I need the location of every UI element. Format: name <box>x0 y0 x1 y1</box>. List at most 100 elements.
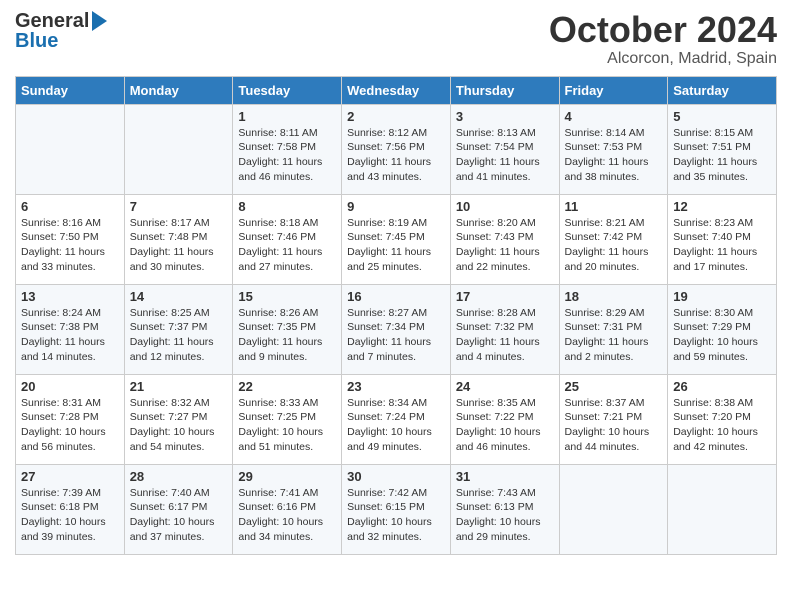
day-number: 8 <box>238 199 336 214</box>
cell-w3-d5: 18Sunrise: 8:29 AM Sunset: 7:31 PM Dayli… <box>559 284 668 374</box>
month-title: October 2024 <box>549 10 777 50</box>
day-number: 20 <box>21 379 119 394</box>
cell-content: Sunrise: 8:11 AM Sunset: 7:58 PM Dayligh… <box>238 126 336 185</box>
day-number: 10 <box>456 199 554 214</box>
day-number: 4 <box>565 109 663 124</box>
cell-w3-d1: 14 Sunrise: 8:25 AM Sunset: 7:37 PM Dayli… <box>124 284 233 374</box>
cell-w1-d1 <box>124 104 233 194</box>
day-number: 3 <box>456 109 554 124</box>
cell-w1-d5: 4 Sunrise: 8:14 AM Sunset: 7:53 PM Daylig… <box>559 104 668 194</box>
cell-content: Sunrise: 8:16 AM Sunset: 7:50 PM Dayligh… <box>21 216 119 275</box>
cell-w2-d2: 8 Sunrise: 8:18 AM Sunset: 7:46 PM Daylig… <box>233 194 342 284</box>
cell-w4-d2: 22Sunrise: 8:33 AM Sunset: 7:25 PM Dayli… <box>233 374 342 464</box>
col-thursday: Thursday <box>450 76 559 104</box>
page-container: General Blue October 2024 Alcorcon, Madr… <box>0 0 792 565</box>
day-number: 15 <box>238 289 336 304</box>
cell-content: Sunrise: 8:24 AM Sunset: 7:38 PM Dayligh… <box>21 306 119 365</box>
cell-w1-d4: 3 Sunrise: 8:13 AM Sunset: 7:54 PM Daylig… <box>450 104 559 194</box>
location: Alcorcon, Madrid, Spain <box>549 50 777 68</box>
col-sunday: Sunday <box>16 76 125 104</box>
cell-w5-d0: 27 Sunrise: 7:39 AM Sunset: 6:18 PM Dayli… <box>16 464 125 554</box>
cell-content: Sunrise: 7:42 AM Sunset: 6:15 PM Dayligh… <box>347 486 445 545</box>
day-number: 1 <box>238 109 336 124</box>
cell-content: Sunrise: 8:38 AM Sunset: 7:20 PM Dayligh… <box>673 396 771 455</box>
cell-content: Sunrise: 8:19 AM Sunset: 7:45 PM Dayligh… <box>347 216 445 275</box>
cell-content: Sunrise: 8:32 AM Sunset: 7:27 PM Dayligh… <box>130 396 228 455</box>
col-tuesday: Tuesday <box>233 76 342 104</box>
cell-w3-d6: 19Sunrise: 8:30 AM Sunset: 7:29 PM Dayli… <box>668 284 777 374</box>
logo-general-text: General <box>15 10 89 32</box>
day-number: 23 <box>347 379 445 394</box>
cell-w2-d4: 10 Sunrise: 8:20 AM Sunset: 7:43 PM Dayli… <box>450 194 559 284</box>
cell-content: Sunrise: 8:18 AM Sunset: 7:46 PM Dayligh… <box>238 216 336 275</box>
cell-content: Sunrise: 7:41 AM Sunset: 6:16 PM Dayligh… <box>238 486 336 545</box>
title-area: October 2024 Alcorcon, Madrid, Spain <box>549 10 777 68</box>
calendar-header-row: Sunday Monday Tuesday Wednesday Thursday… <box>16 76 777 104</box>
day-number: 21 <box>130 379 228 394</box>
day-number: 30 <box>347 469 445 484</box>
day-number: 5 <box>673 109 771 124</box>
day-number: 14 <box>130 289 228 304</box>
day-number: 16 <box>347 289 445 304</box>
cell-w2-d5: 11 Sunrise: 8:21 AM Sunset: 7:42 PM Dayli… <box>559 194 668 284</box>
header: General Blue October 2024 Alcorcon, Madr… <box>15 10 777 68</box>
logo-arrow-icon <box>92 11 107 31</box>
day-number: 13 <box>21 289 119 304</box>
day-number: 11 <box>565 199 663 214</box>
day-number: 7 <box>130 199 228 214</box>
day-number: 18 <box>565 289 663 304</box>
day-number: 6 <box>21 199 119 214</box>
calendar-table: Sunday Monday Tuesday Wednesday Thursday… <box>15 76 777 555</box>
week-row-4: 20 Sunrise: 8:31 AM Sunset: 7:28 PM Dayli… <box>16 374 777 464</box>
cell-content: Sunrise: 8:20 AM Sunset: 7:43 PM Dayligh… <box>456 216 554 275</box>
cell-w5-d3: 30 Sunrise: 7:42 AM Sunset: 6:15 PM Dayli… <box>342 464 451 554</box>
col-saturday: Saturday <box>668 76 777 104</box>
cell-content: Sunrise: 8:23 AM Sunset: 7:40 PM Dayligh… <box>673 216 771 275</box>
cell-content: Sunrise: 8:13 AM Sunset: 7:54 PM Dayligh… <box>456 126 554 185</box>
cell-w5-d1: 28Sunrise: 7:40 AM Sunset: 6:17 PM Dayli… <box>124 464 233 554</box>
cell-content: Sunrise: 8:37 AM Sunset: 7:21 PM Dayligh… <box>565 396 663 455</box>
cell-w4-d4: 24Sunrise: 8:35 AM Sunset: 7:22 PM Dayli… <box>450 374 559 464</box>
cell-content: Sunrise: 7:39 AM Sunset: 6:18 PM Dayligh… <box>21 486 119 545</box>
cell-w3-d0: 13 Sunrise: 8:24 AM Sunset: 7:38 PM Dayli… <box>16 284 125 374</box>
cell-w3-d3: 16Sunrise: 8:27 AM Sunset: 7:34 PM Dayli… <box>342 284 451 374</box>
day-number: 26 <box>673 379 771 394</box>
cell-content: Sunrise: 8:21 AM Sunset: 7:42 PM Dayligh… <box>565 216 663 275</box>
cell-w4-d0: 20 Sunrise: 8:31 AM Sunset: 7:28 PM Dayli… <box>16 374 125 464</box>
cell-content: Sunrise: 8:30 AM Sunset: 7:29 PM Dayligh… <box>673 306 771 365</box>
cell-w4-d5: 25 Sunrise: 8:37 AM Sunset: 7:21 PM Dayli… <box>559 374 668 464</box>
cell-w1-d6: 5 Sunrise: 8:15 AM Sunset: 7:51 PM Daylig… <box>668 104 777 194</box>
day-number: 31 <box>456 469 554 484</box>
week-row-5: 27 Sunrise: 7:39 AM Sunset: 6:18 PM Dayli… <box>16 464 777 554</box>
cell-content: Sunrise: 8:34 AM Sunset: 7:24 PM Dayligh… <box>347 396 445 455</box>
day-number: 27 <box>21 469 119 484</box>
cell-content: Sunrise: 8:15 AM Sunset: 7:51 PM Dayligh… <box>673 126 771 185</box>
day-number: 2 <box>347 109 445 124</box>
cell-w3-d2: 15 Sunrise: 8:26 AM Sunset: 7:35 PM Dayli… <box>233 284 342 374</box>
cell-content: Sunrise: 8:26 AM Sunset: 7:35 PM Dayligh… <box>238 306 336 365</box>
cell-w5-d4: 31Sunrise: 7:43 AM Sunset: 6:13 PM Dayli… <box>450 464 559 554</box>
cell-content: Sunrise: 8:14 AM Sunset: 7:53 PM Dayligh… <box>565 126 663 185</box>
cell-content: Sunrise: 8:35 AM Sunset: 7:22 PM Dayligh… <box>456 396 554 455</box>
cell-content: Sunrise: 8:25 AM Sunset: 7:37 PM Dayligh… <box>130 306 228 365</box>
cell-w2-d1: 7 Sunrise: 8:17 AM Sunset: 7:48 PM Daylig… <box>124 194 233 284</box>
cell-w5-d6 <box>668 464 777 554</box>
col-monday: Monday <box>124 76 233 104</box>
cell-w1-d3: 2Sunrise: 8:12 AM Sunset: 7:56 PM Daylig… <box>342 104 451 194</box>
week-row-1: 1 Sunrise: 8:11 AM Sunset: 7:58 PM Daylig… <box>16 104 777 194</box>
cell-content: Sunrise: 8:17 AM Sunset: 7:48 PM Dayligh… <box>130 216 228 275</box>
day-number: 28 <box>130 469 228 484</box>
col-friday: Friday <box>559 76 668 104</box>
day-number: 22 <box>238 379 336 394</box>
day-number: 9 <box>347 199 445 214</box>
cell-content: Sunrise: 8:31 AM Sunset: 7:28 PM Dayligh… <box>21 396 119 455</box>
logo-blue-text: Blue <box>15 30 107 52</box>
week-row-2: 6 Sunrise: 8:16 AM Sunset: 7:50 PM Daylig… <box>16 194 777 284</box>
cell-w4-d1: 21 Sunrise: 8:32 AM Sunset: 7:27 PM Dayli… <box>124 374 233 464</box>
cell-w2-d3: 9 Sunrise: 8:19 AM Sunset: 7:45 PM Daylig… <box>342 194 451 284</box>
cell-w1-d0 <box>16 104 125 194</box>
day-number: 25 <box>565 379 663 394</box>
cell-content: Sunrise: 8:28 AM Sunset: 7:32 PM Dayligh… <box>456 306 554 365</box>
week-row-3: 13 Sunrise: 8:24 AM Sunset: 7:38 PM Dayli… <box>16 284 777 374</box>
cell-w4-d6: 26 Sunrise: 8:38 AM Sunset: 7:20 PM Dayli… <box>668 374 777 464</box>
